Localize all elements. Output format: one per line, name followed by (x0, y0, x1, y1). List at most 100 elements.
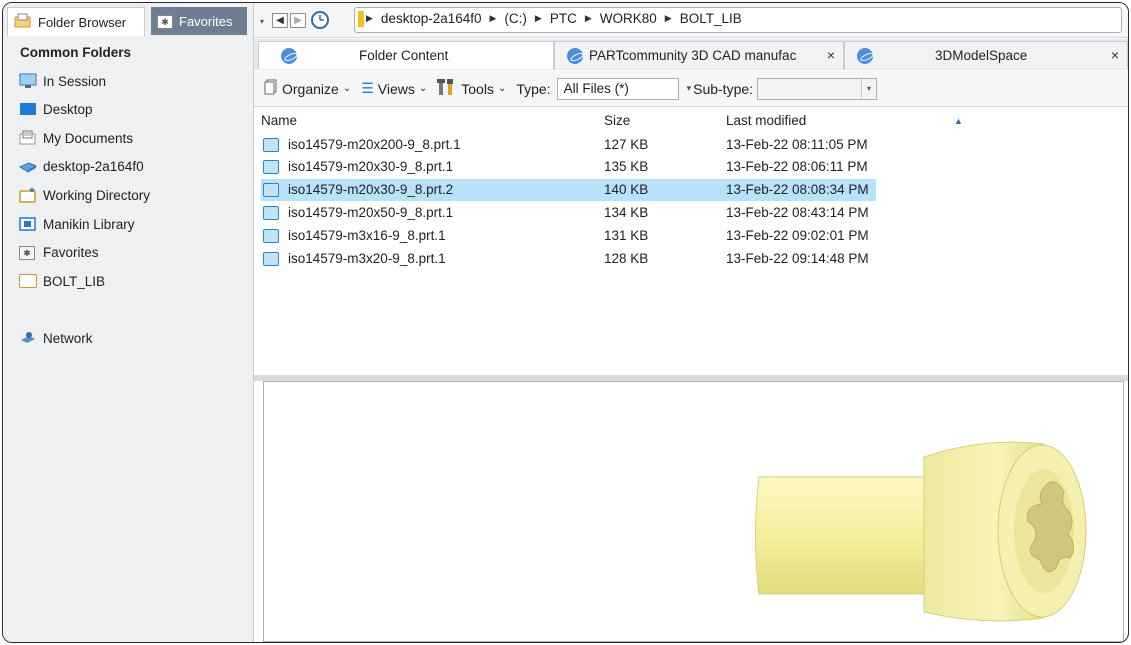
globe-icon (567, 47, 583, 64)
subtype-dropdown-icon[interactable]: ▾ (687, 83, 692, 94)
sidebar-item-my-documents[interactable]: My Documents (19, 127, 133, 149)
subtype-select[interactable]: ▾ (757, 77, 878, 100)
working-directory-icon (19, 187, 37, 203)
table-row-selected[interactable]: iso14579-m20x30-9_8.prt.2 140 KB 13-Feb-… (261, 179, 876, 201)
tab-label: Folder Content (359, 48, 449, 63)
common-folders-heading: Common Folders (20, 45, 132, 60)
table-row[interactable]: iso14579-m3x20-9_8.prt.1 128 KB 13-Feb-2… (254, 248, 876, 270)
tab-favorites[interactable]: ✱ Favorites (151, 7, 247, 35)
row-size: 140 KB (604, 182, 649, 197)
row-size: 134 KB (604, 205, 649, 220)
sidebar-item-label: Desktop (43, 101, 93, 117)
type-select-value: All Files (*) (563, 81, 629, 96)
favorites-star-icon: ✱ (157, 13, 173, 29)
table-row[interactable]: iso14579-m20x30-9_8.prt.1 135 KB 13-Feb-… (254, 156, 876, 178)
column-header-name[interactable]: Name (261, 113, 297, 128)
breadcrumb-item[interactable]: (C:) (504, 11, 527, 26)
tab-folder-content[interactable]: Folder Content (258, 41, 554, 69)
chevron-down-icon: ⌄ (497, 83, 507, 94)
row-name: iso14579-m3x20-9_8.prt.1 (288, 251, 446, 266)
table-row[interactable]: iso14579-m20x50-9_8.prt.1 134 KB 13-Feb-… (254, 202, 876, 224)
sidebar-item-label: Manikin Library (43, 216, 135, 232)
row-modified: 13-Feb-22 08:43:14 PM (726, 205, 869, 220)
sidebar-item-favorites[interactable]: ✱ Favorites (19, 241, 99, 263)
breadcrumb-separator-icon: ▶ (534, 13, 542, 23)
sidebar-item-label: Favorites (43, 244, 99, 260)
breadcrumb-item[interactable]: BOLT_LIB (680, 11, 742, 26)
part-file-icon (263, 183, 279, 197)
globe-icon (857, 47, 873, 64)
forward-arrow-icon[interactable]: ▶ (290, 13, 306, 28)
content-tabs: Folder Content PARTcommunity 3D CAD manu… (254, 39, 1128, 70)
sidebar: Folder Browser ✱ Favorites Common Folder… (3, 3, 254, 642)
breadcrumb-item[interactable]: PTC (550, 11, 577, 26)
organize-button[interactable]: Organize ⌄ (264, 79, 351, 98)
tab-label: 3DModelSpace (935, 48, 1028, 63)
part-file-icon (263, 206, 279, 220)
close-icon[interactable]: × (1111, 47, 1119, 63)
breadcrumb-separator-icon: ▶ (664, 13, 672, 23)
sidebar-item-manikin-library[interactable]: Manikin Library (19, 213, 135, 235)
organize-label: Organize (282, 80, 339, 97)
subtype-label: Sub-type: (693, 80, 754, 97)
row-modified: 13-Feb-22 08:08:34 PM (726, 182, 869, 197)
breadcrumb-separator-icon: ▶ (489, 13, 497, 23)
breadcrumb-item[interactable]: WORK80 (600, 11, 657, 26)
breadcrumb-separator-icon: ▶ (366, 13, 373, 23)
sidebar-item-label: desktop-2a164f0 (43, 158, 144, 174)
address-bar: ▾ ◀ ▶ ▶ desktop-2a164f0 ▶ (C:) ▶ PTC ▶ W… (254, 3, 1128, 38)
computer-icon (18, 158, 38, 174)
folder-icon (19, 273, 37, 289)
tab-3dmodelspace[interactable]: 3DModelSpace × (844, 41, 1128, 69)
sidebar-item-working-directory[interactable]: Working Directory (19, 184, 150, 206)
window-frame: Folder Browser ✱ Favorites Common Folder… (2, 2, 1129, 643)
breadcrumb: ▶ desktop-2a164f0 ▶ (C:) ▶ PTC ▶ WORK80 … (366, 11, 742, 26)
table-row[interactable]: iso14579-m20x200-9_8.prt.1 127 KB 13-Feb… (254, 134, 876, 156)
part-file-icon (263, 252, 279, 266)
toolbar: Organize ⌄ ☰ Views ⌄ Tools ⌄ Type: All F… (254, 71, 1128, 107)
row-modified: 13-Feb-22 08:11:05 PM (726, 137, 868, 152)
views-button[interactable]: ☰ Views ⌄ (361, 80, 427, 97)
chevron-down-icon: ⌄ (418, 83, 428, 94)
chevron-down-icon: ▾ (861, 78, 876, 99)
file-list: Name Size Last modified ▲ iso14579-m20x2… (254, 107, 1128, 375)
documents-icon (19, 130, 37, 146)
manikin-library-icon (19, 216, 37, 232)
row-size: 128 KB (604, 251, 649, 266)
breadcrumb-item[interactable]: desktop-2a164f0 (381, 11, 482, 26)
type-label: Type: (516, 80, 551, 97)
sidebar-item-bolt-lib[interactable]: BOLT_LIB (19, 270, 105, 292)
part-file-icon (263, 138, 279, 152)
sidebar-item-network[interactable]: Network (19, 327, 93, 349)
row-modified: 13-Feb-22 09:02:01 PM (726, 228, 869, 243)
sidebar-item-in-session[interactable]: In Session (19, 70, 106, 92)
back-arrow-icon[interactable]: ◀ (272, 13, 288, 28)
globe-icon (281, 47, 297, 64)
history-clock-icon[interactable] (310, 10, 330, 33)
sidebar-item-label: Working Directory (43, 187, 151, 203)
bolt-model-image (755, 441, 1087, 622)
part-file-icon (263, 160, 279, 174)
row-size: 127 KB (604, 137, 649, 152)
table-row[interactable]: iso14579-m3x16-9_8.prt.1 131 KB 13-Feb-2… (254, 225, 876, 247)
favorites-icon: ✱ (19, 244, 37, 260)
sort-arrow-icon[interactable]: ▲ (954, 116, 963, 126)
column-header-size[interactable]: Size (604, 113, 630, 128)
tab-folder-browser[interactable]: Folder Browser (7, 7, 145, 36)
sidebar-item-desktop[interactable]: Desktop (19, 98, 93, 120)
sidebar-item-computer[interactable]: desktop-2a164f0 (18, 155, 144, 177)
model-preview[interactable] (263, 381, 1124, 642)
type-select[interactable]: All Files (*) (556, 77, 679, 100)
close-icon[interactable]: × (824, 47, 837, 63)
tab-folder-browser-label: Folder Browser (38, 14, 127, 30)
folder-path-icon (358, 11, 364, 27)
history-dropdown-icon[interactable]: ▾ (260, 17, 264, 26)
views-list-icon: ☰ (361, 80, 374, 96)
tools-icon (437, 78, 457, 99)
column-header-modified[interactable]: Last modified (726, 113, 806, 128)
tab-partcommunity[interactable]: PARTcommunity 3D CAD manufac × (554, 41, 844, 69)
desktop-icon (19, 101, 37, 117)
row-size: 131 KB (604, 228, 649, 243)
row-modified: 13-Feb-22 09:14:48 PM (726, 251, 869, 266)
tools-button[interactable]: Tools ⌄ (437, 78, 506, 99)
